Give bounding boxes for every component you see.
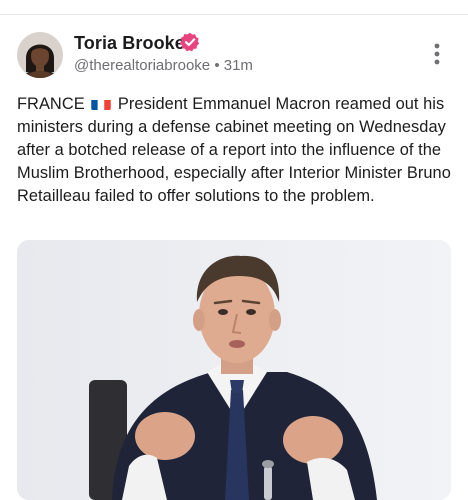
post-image[interactable] — [17, 240, 451, 500]
post-timestamp[interactable]: 31m — [224, 57, 253, 74]
author-display-name[interactable]: Toria Brooke — [74, 33, 185, 54]
more-vertical-icon[interactable] — [428, 41, 446, 67]
france-flag-icon — [91, 97, 112, 110]
avatar-image — [17, 32, 63, 78]
author-handle[interactable]: @therealtoriabrooke — [74, 57, 210, 74]
post-card[interactable]: Toria Brooke @therealtoriabrooke • 31m F… — [0, 15, 468, 500]
post-photo — [17, 240, 451, 500]
meta-separator: • — [214, 57, 220, 74]
verified-badge-icon — [180, 32, 200, 52]
author-meta: @therealtoriabrooke • 31m — [74, 57, 253, 74]
author-avatar[interactable] — [17, 32, 63, 78]
post-text: FRANCE President Emmanuel Macron reamed … — [17, 93, 457, 208]
post-text-prefix: FRANCE — [17, 95, 85, 113]
